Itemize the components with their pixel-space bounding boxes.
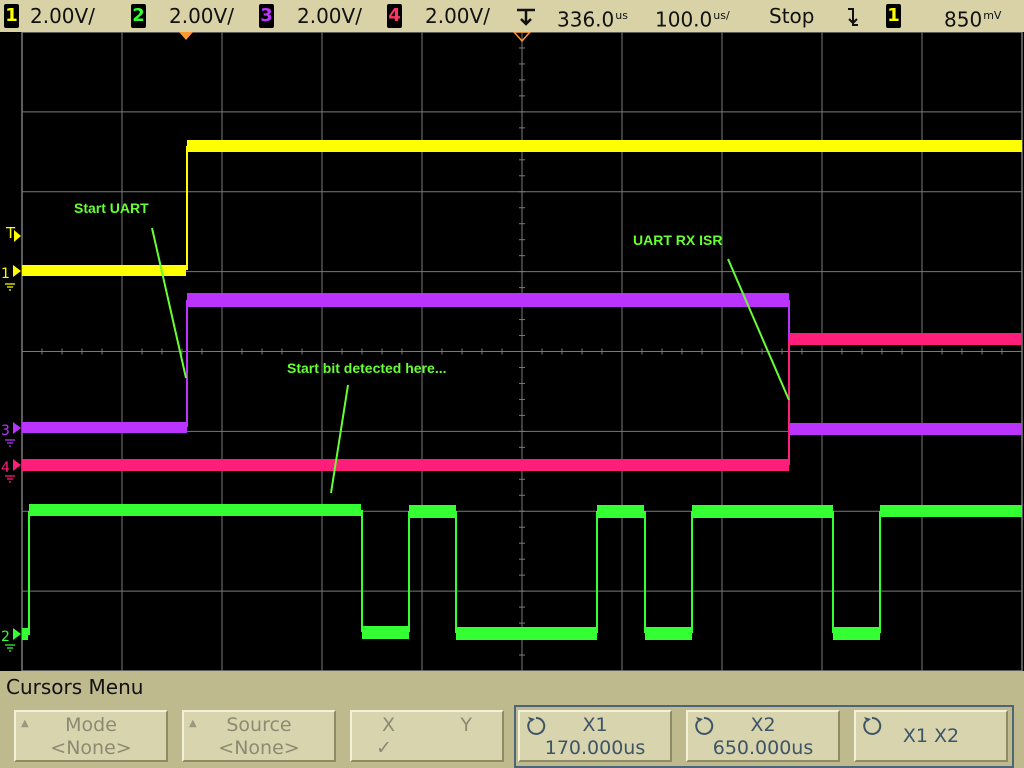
annotation-start-bit: Start bit detected here... (287, 360, 446, 376)
time-delay-value: 336.0 (557, 7, 615, 32)
channel-4-ground-icon (5, 475, 15, 483)
channel-4-badge[interactable]: 4 (387, 4, 402, 28)
channel-4-scale: 2.00V/ (425, 4, 490, 28)
uart-rx-isr-pointer (727, 258, 790, 401)
channel-3-number: 3 (260, 5, 273, 26)
annotation-uart-rx-isr: UART RX ISR (633, 232, 722, 248)
trigger-delay-icon (517, 8, 535, 26)
menu-title: Cursors Menu (6, 675, 144, 699)
softkey-x2-value: 650.000us (712, 737, 814, 759)
softkey-mode-label: Mode (65, 714, 117, 736)
channel-3-scale: 2.00V/ (297, 4, 362, 28)
waveform-display[interactable]: Start UART UART RX ISR Start bit detecte… (0, 32, 1024, 671)
channel-4-ground-label: 4 (1, 460, 10, 476)
softkey-x1[interactable]: X1 170.000us (518, 710, 672, 762)
channel-2-badge[interactable]: 2 (131, 4, 146, 28)
time-div-unit: us/ (713, 9, 730, 22)
softkey-source-value: <None> (218, 737, 300, 759)
channel-1-ground-label: 1 (1, 266, 10, 282)
channel-3-badge[interactable]: 3 (259, 4, 274, 28)
trigger-source-badge[interactable]: 1 (886, 4, 901, 28)
channel-2-ground-icon (5, 644, 15, 652)
trigger-source-number: 1 (887, 5, 900, 26)
softkey-x-label: X (382, 714, 396, 736)
start-uart-pointer (151, 227, 187, 379)
softkey-x1-value: 170.000us (544, 737, 646, 759)
status-bar: 1 2.00V/ 2 2.00V/ 3 2.00V/ 4 2.00V/ 336.… (0, 0, 1024, 32)
softkey-x-check: ✓ (376, 737, 392, 759)
trigger-level: 850mV (944, 3, 1002, 32)
softkey-x2[interactable]: X2 650.000us (686, 710, 840, 762)
start-bit-pointer (330, 384, 349, 494)
annotation-start-uart: Start UART (74, 200, 149, 216)
trigger-level-marker[interactable] (14, 230, 21, 242)
channel-2-number: 2 (132, 5, 145, 26)
channel-2-ground-label: 2 (1, 629, 10, 645)
softkey-x1-label: X1 (582, 714, 608, 736)
channel-2-ground-marker[interactable] (13, 628, 21, 640)
channel-4-number: 4 (388, 5, 401, 26)
trigger-position-marker[interactable] (179, 32, 193, 40)
channel-1-ground-marker[interactable] (13, 265, 21, 277)
channel-1-scale: 2.00V/ (30, 4, 95, 28)
softkey-y-label: Y (460, 714, 472, 736)
softkey-x2-label: X2 (750, 714, 776, 736)
softkey-x1-x2[interactable]: X1 X2 (854, 710, 1008, 762)
softkey-source[interactable]: ▲ Source <None> (182, 710, 336, 762)
channel-3-ground-icon (5, 439, 15, 447)
time-delay: 336.0us (557, 3, 628, 32)
channel-2-scale: 2.00V/ (169, 4, 234, 28)
waveform-svg: Start UART UART RX ISR Start bit detecte… (1, 32, 1023, 671)
channel-1-number: 1 (5, 5, 18, 26)
trigger-level-unit: mV (983, 9, 1002, 22)
run-state[interactable]: Stop (769, 3, 814, 29)
channel-3-ground-label: 3 (1, 423, 10, 439)
time-div-value: 100.0 (655, 7, 713, 32)
channel-1-badge[interactable]: 1 (4, 4, 19, 28)
channel-1-ground-icon (5, 283, 15, 291)
time-delay-unit: us (615, 9, 628, 22)
trigger-level-value: 850 (944, 7, 983, 32)
time-per-division: 100.0us/ (655, 3, 730, 32)
channel-4-ground-marker[interactable] (13, 459, 21, 471)
softkey-x-y[interactable]: X Y ✓ (350, 710, 504, 762)
softkey-mode-value: <None> (50, 737, 132, 759)
softkey-x1-x2-label: X1 X2 (902, 725, 960, 747)
falling-edge-trigger-icon (848, 8, 858, 26)
graticule (21, 32, 1023, 671)
channel-3-ground-marker[interactable] (13, 422, 21, 434)
softkey-source-label: Source (226, 714, 292, 736)
softkey-mode[interactable]: ▲ Mode <None> (14, 710, 168, 762)
